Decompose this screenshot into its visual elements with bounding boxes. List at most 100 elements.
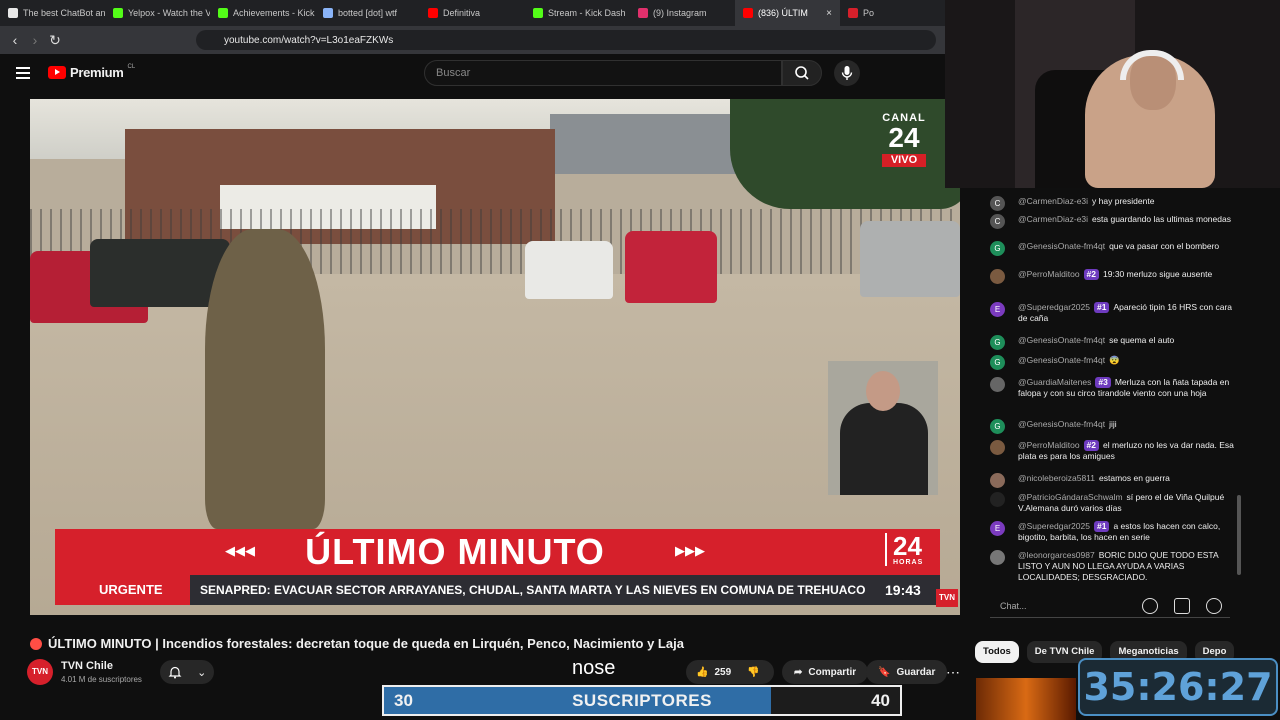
chat-avatar[interactable]: G [990, 335, 1005, 350]
reload-icon[interactable]: ↻ [45, 32, 65, 49]
chat-author[interactable]: @PerroMalditoo [1018, 269, 1080, 279]
channel-name[interactable]: TVN Chile [61, 660, 113, 672]
chat-author[interactable]: @Superedgar2025 [1018, 302, 1090, 312]
chat-message-body: @GuardiaMaitenes #3 Merluza con la ñata ta… [990, 377, 1236, 399]
youtube-logo[interactable]: Premium CL [48, 64, 135, 80]
notification-button[interactable]: ⌄ [160, 660, 214, 684]
subscriber-goal-from: 30 [394, 691, 413, 710]
chat-avatar[interactable]: E [990, 302, 1005, 317]
video-car-silver [860, 221, 960, 297]
chat-message: @PerroMalditoo #2 el merluzo no les va dar… [990, 440, 1236, 462]
chat-author[interactable]: @CarmenDiaz-e3i [1018, 214, 1088, 224]
channel-avatar[interactable]: TVN [27, 659, 53, 685]
screen: The best ChatBot and Yelpox - Watch the V… [0, 0, 1280, 720]
chat-author[interactable]: @GenesisOnate-fm4qt [1018, 355, 1105, 365]
channel-bug-live: VIVO [882, 154, 926, 167]
chat-message-body: @PerroMalditoo #2 19:30 merluzo sigue ause… [990, 269, 1236, 280]
menu-icon[interactable] [16, 67, 30, 79]
browser-tab[interactable]: The best ChatBot and [0, 0, 105, 26]
browser-tab[interactable]: (9) Instagram [630, 0, 735, 26]
tab-close-icon[interactable]: × [826, 8, 832, 19]
chat-avatar[interactable] [990, 377, 1005, 392]
chat-author[interactable]: @GenesisOnate-fm4qt [1018, 419, 1105, 429]
tab-label: Yelpox - Watch the VO [128, 8, 210, 18]
related-thumbnail[interactable] [976, 678, 1076, 720]
chat-avatar[interactable]: C [990, 214, 1005, 229]
save-label: Guardar [896, 666, 936, 678]
browser-tab[interactable]: Stream - Kick Dash [525, 0, 630, 26]
tab-favicon-icon [848, 8, 858, 18]
save-button[interactable]: 🔖 Guardar [866, 660, 948, 684]
browser-tab[interactable]: (836) ÚLTIM × [735, 0, 840, 26]
chat-avatar[interactable]: C [990, 196, 1005, 211]
news-ticker: URGENTE SENAPRED: EVACUAR SECTOR ARRAYAN… [55, 575, 940, 605]
browser-tab[interactable]: Po [840, 0, 945, 26]
ticker-text: SENAPRED: EVACUAR SECTOR ARRAYANES, CHUD… [200, 583, 866, 597]
chat-text: se quema el auto [1109, 335, 1175, 345]
chat-author[interactable]: @Superedgar2025 [1018, 521, 1090, 531]
chat-avatar[interactable]: G [990, 355, 1005, 370]
browser-tab[interactable]: Definitiva [420, 0, 525, 26]
chat-text: estamos en guerra [1099, 473, 1170, 483]
chat-text: y hay presidente [1092, 196, 1155, 206]
forward-icon[interactable]: › [25, 32, 45, 48]
browser-tab[interactable]: Yelpox - Watch the VO [105, 0, 210, 26]
tab-favicon-icon [638, 8, 648, 18]
chat-avatar[interactable]: G [990, 241, 1005, 256]
chat-rank-badge: #1 [1093, 302, 1110, 313]
browser-tab[interactable]: botted [dot] wtf [315, 0, 420, 26]
emoji-icon[interactable] [1142, 598, 1158, 614]
filter-chip[interactable]: Todos [975, 641, 1019, 663]
heart-icon[interactable] [1206, 598, 1222, 614]
interpreter-body [840, 403, 928, 495]
chat-author[interactable]: @leonorgarces0987 [1018, 550, 1095, 560]
chat-avatar[interactable]: E [990, 521, 1005, 536]
chat-text: 19:30 merluzo sigue ausente [1103, 269, 1213, 279]
tab-label: (9) Instagram [653, 8, 707, 18]
interpreter-head [866, 371, 900, 411]
chat-input[interactable]: Chat... [990, 596, 1230, 618]
chat-author[interactable]: @GenesisOnate-fm4qt [1018, 335, 1105, 345]
chat-message: @PerroMalditoo #2 19:30 merluzo sigue ause… [990, 269, 1236, 284]
search-button[interactable] [782, 60, 822, 86]
chat-scrollbar[interactable] [1237, 495, 1241, 575]
ticker-time: 19:43 [885, 582, 921, 598]
chat-avatar[interactable] [990, 440, 1005, 455]
like-icon[interactable]: 👍 [696, 667, 708, 678]
chat-author[interactable]: @GuardiaMaitenes [1018, 377, 1091, 387]
share-button[interactable]: ➦ Compartir [782, 660, 869, 684]
chat-author[interactable]: @nicoleberoiza5811 [1018, 473, 1095, 483]
video-car-red2 [625, 231, 717, 303]
tab-label: botted [dot] wtf [338, 8, 398, 18]
chat-author[interactable]: @PatricioGándaraSchwalm [1018, 492, 1123, 502]
breaking-banner: ◀◀◀ ÚLTIMO MINUTO ▶▶▶ 24 HORAS [55, 529, 940, 575]
search-input[interactable]: Buscar [424, 60, 782, 86]
dislike-icon[interactable]: 👎 [747, 667, 759, 678]
more-actions-icon[interactable]: ⋯ [942, 660, 964, 684]
back-icon[interactable]: ‹ [5, 32, 25, 48]
url-field[interactable]: youtube.com/watch?v=L3o1eaFZKWs [196, 30, 936, 50]
sign-interpreter [828, 361, 938, 495]
chat-author[interactable]: @GenesisOnate-fm4qt [1018, 241, 1105, 251]
chat-avatar[interactable] [990, 473, 1005, 488]
bookmark-icon: 🔖 [878, 666, 891, 678]
tab-favicon-icon [533, 8, 543, 18]
tab-label: Po [863, 8, 875, 18]
video-player[interactable]: CANAL 24 VIVO ◀◀◀ ÚLTIMO MINUTO ▶▶▶ 24 H… [30, 99, 960, 615]
chat-avatar[interactable]: G [990, 419, 1005, 434]
banner-brand-number: 24 [893, 531, 922, 561]
stream-timer: 35:26:27 [1078, 658, 1278, 716]
subscriber-goal-bar: SUSCRIPTORES 30 40 [382, 685, 902, 716]
chat-avatar[interactable] [990, 550, 1005, 565]
chat-author[interactable]: @CarmenDiaz-e3i [1018, 196, 1088, 206]
chat-author[interactable]: @PerroMalditoo [1018, 440, 1080, 450]
chat-avatar[interactable] [990, 269, 1005, 284]
channel-bug-line2: 24 [888, 122, 920, 153]
like-dislike-group[interactable]: 👍 259 👎 [686, 660, 774, 684]
chat-avatar[interactable] [990, 492, 1005, 507]
browser-tab[interactable]: Achievements - Kick D [210, 0, 315, 26]
mic-button[interactable] [834, 60, 860, 86]
tvn-corner-bug: TVN [936, 589, 958, 607]
like-count: 259 [714, 666, 732, 678]
super-chat-icon[interactable] [1174, 598, 1190, 614]
